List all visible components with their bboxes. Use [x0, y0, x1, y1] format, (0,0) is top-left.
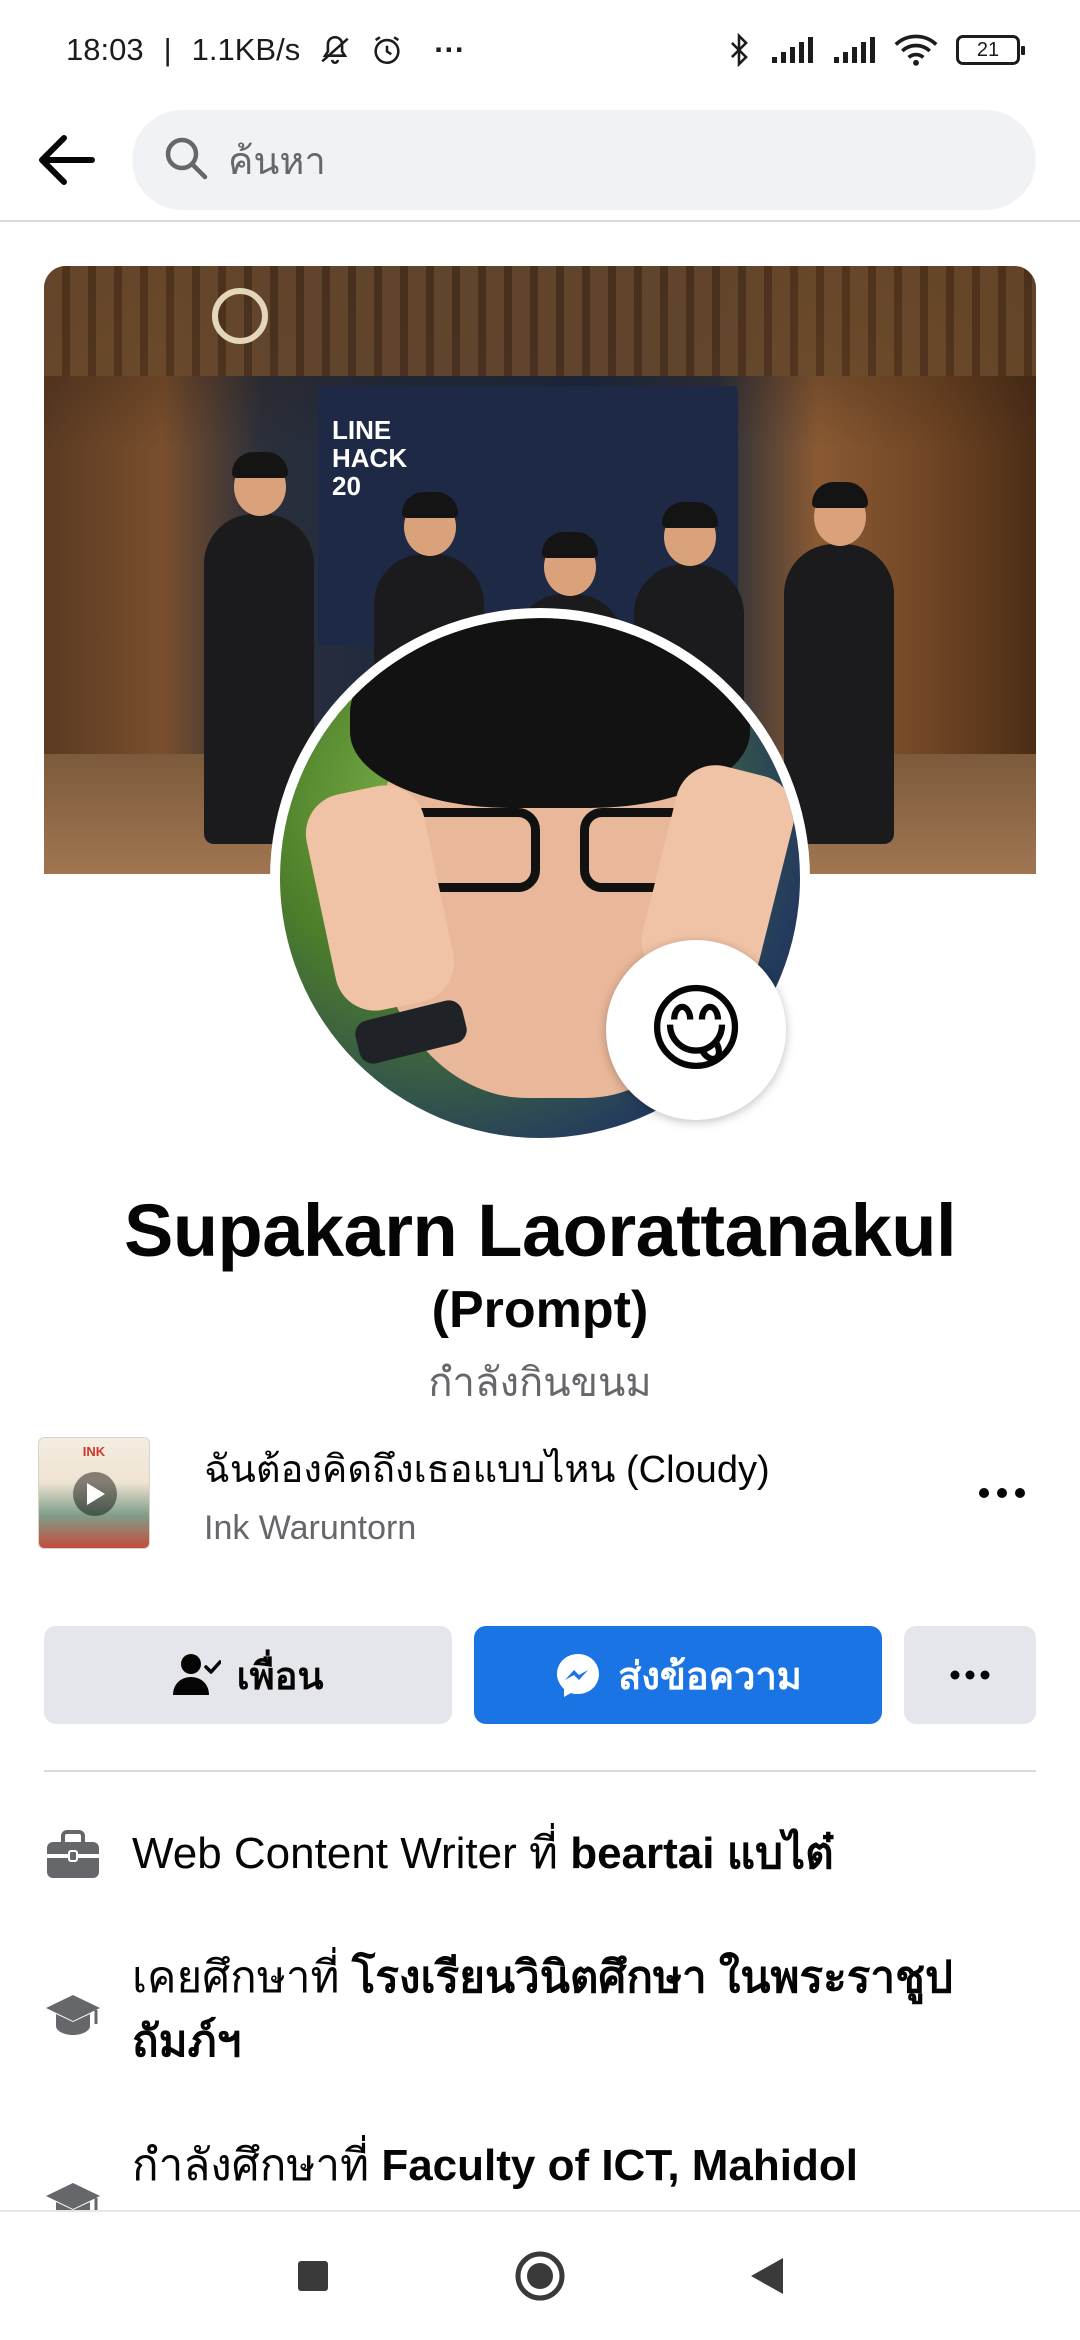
- back-arrow-icon: [39, 135, 95, 185]
- cover-light: [212, 288, 268, 344]
- info-work-text: Web Content Writer ที่ beartai แบไต๋: [132, 1822, 834, 1886]
- cover-backdrop-line3: 20: [332, 471, 361, 501]
- system-nav-bar: [0, 2210, 1080, 2340]
- signal-icon: [770, 35, 814, 65]
- cover-person: [784, 482, 894, 844]
- album-art-text: INK: [82, 1444, 106, 1459]
- cover-backdrop-text: LINE HACK 20: [332, 416, 407, 500]
- network-speed: 1.1KB/s: [191, 32, 301, 67]
- profile-nickname: (Prompt): [431, 1281, 649, 1339]
- status-more: ···: [434, 32, 466, 67]
- back-button[interactable]: [0, 100, 132, 220]
- wifi-icon: [894, 33, 938, 67]
- bluetooth-icon: [726, 33, 752, 67]
- battery-icon: 21: [956, 35, 1025, 65]
- alarm-icon: [370, 33, 404, 67]
- status-separator: |: [163, 32, 172, 67]
- more-dots-icon: [979, 1488, 1025, 1498]
- info-studying-prefix: กำลังศึกษาที่: [132, 2141, 382, 2190]
- info-work-prefix: Web Content Writer ที่: [132, 1829, 571, 1878]
- info-studied-text: เคยศึกษาที่ โรงเรียนวินิตศึกษา ในพระราชู…: [132, 1946, 1032, 2074]
- search-input[interactable]: ค้นหา: [132, 110, 1036, 210]
- friends-button[interactable]: เพื่อน: [44, 1626, 452, 1724]
- profile-name: Supakarn Laorattanakul: [123, 1189, 957, 1272]
- profile-actions: เพื่อน ส่งข้อความ: [44, 1626, 1036, 1724]
- info-studying-text: กำลังศึกษาที่ Faculty of ICT, Mahidol: [132, 2134, 858, 2198]
- square-icon: [298, 2261, 329, 2291]
- info-studied-prefix: เคยศึกษาที่: [132, 1953, 352, 2002]
- info-studying-place[interactable]: Faculty of ICT, Mahidol: [381, 2141, 858, 2190]
- briefcase-icon: [44, 1826, 102, 1884]
- status-emoji: 😋: [645, 976, 747, 1083]
- battery-level: 21: [976, 38, 1000, 61]
- clock: 18:03: [66, 32, 144, 67]
- circle-icon: [515, 2251, 565, 2301]
- section-divider: [44, 1770, 1036, 1772]
- profile-status: กำลังกินขนม: [428, 1361, 652, 1405]
- more-actions-button[interactable]: [904, 1626, 1036, 1724]
- friend-check-icon: [172, 1654, 221, 1695]
- signal-icon: [832, 35, 876, 65]
- message-button[interactable]: ส่งข้อความ: [474, 1626, 882, 1724]
- more-dots-icon: [950, 1670, 990, 1680]
- search-header: ค้นหา: [0, 100, 1080, 222]
- music-more-button[interactable]: [962, 1487, 1042, 1499]
- cover-backdrop-line2: HACK: [332, 443, 408, 473]
- info-studied: เคยศึกษาที่ โรงเรียนวินิตศึกษา ในพระราชู…: [44, 1946, 1036, 2074]
- cover-ceiling: [44, 266, 1036, 376]
- status-left: 18:03 | 1.1KB/s ···: [66, 32, 465, 68]
- friends-button-label: เพื่อน: [236, 1655, 324, 1698]
- album-art[interactable]: INK: [38, 1437, 150, 1549]
- recents-button[interactable]: [268, 2231, 358, 2321]
- music-info: ฉันต้องคิดถึงเธอแบบไหน (Cloudy) Ink Waru…: [204, 1438, 962, 1548]
- info-work: Web Content Writer ที่ beartai แบไต๋: [44, 1822, 1036, 1886]
- mute-bell-icon: [318, 33, 352, 67]
- status-bar: 18:03 | 1.1KB/s ··· 21: [0, 0, 1080, 100]
- song-title: ฉันต้องคิดถึงเธอแบบไหน (Cloudy): [204, 1449, 770, 1491]
- messenger-icon: [557, 1654, 600, 1697]
- search-icon: [162, 134, 210, 187]
- info-work-place[interactable]: beartai แบไต๋: [570, 1829, 834, 1878]
- triangle-back-icon: [750, 2258, 783, 2294]
- search-placeholder: ค้นหา: [228, 140, 326, 183]
- status-emoji-badge[interactable]: 😋: [606, 940, 786, 1120]
- play-icon[interactable]: [73, 1472, 117, 1516]
- graduation-cap-icon: [44, 1986, 102, 2044]
- home-button[interactable]: [495, 2231, 585, 2321]
- song-artist: Ink Waruntorn: [204, 1509, 417, 1547]
- back-nav-button[interactable]: [722, 2231, 812, 2321]
- status-right: 21: [726, 33, 1025, 67]
- cover-backdrop-line1: LINE: [332, 415, 392, 445]
- message-button-label: ส่งข้อความ: [618, 1655, 802, 1698]
- profile-music[interactable]: INK ฉันต้องคิดถึงเธอแบบไหน (Cloudy) Ink …: [38, 1436, 1042, 1550]
